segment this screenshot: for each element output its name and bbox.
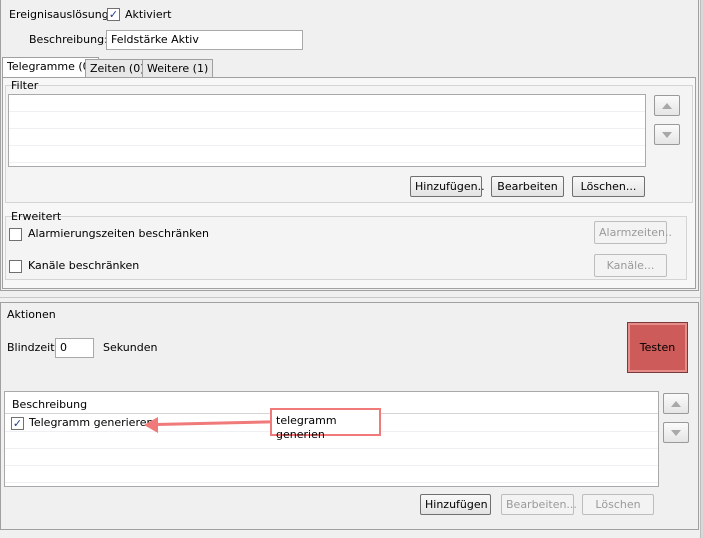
channels-button[interactable]: Kanäle... [594, 254, 667, 277]
blind-time-label: Blindzeit: [7, 341, 59, 354]
arrow-down-icon [662, 131, 672, 138]
action-add-button[interactable]: Hinzufügen [420, 494, 491, 515]
actions-list[interactable]: Beschreibung ✓ Telegramm generieren [4, 391, 659, 487]
description-label: Beschreibung: [29, 33, 108, 46]
trigger-label: Ereignisauslösung: [9, 8, 113, 21]
tab-more[interactable]: Weitere (1) [142, 59, 214, 78]
filter-list[interactable] [8, 94, 646, 167]
activated-label: Aktiviert [125, 8, 172, 21]
action-item-checkbox[interactable]: ✓ [11, 417, 24, 430]
action-edit-button[interactable]: Bearbeiten... [501, 494, 577, 515]
action-move-up-button[interactable] [663, 393, 689, 414]
alarm-times-checkbox[interactable] [9, 228, 22, 241]
tab-times[interactable]: Zeiten (0) [85, 59, 150, 78]
description-input[interactable]: Feldstärke Aktiv [106, 30, 303, 50]
filter-edit-button[interactable]: Bearbeiten [491, 176, 564, 197]
list-item [9, 146, 645, 163]
action-delete-button[interactable]: Löschen [582, 494, 654, 515]
arrow-up-icon [662, 102, 672, 109]
channels-checkbox[interactable] [9, 260, 22, 273]
list-item [5, 449, 658, 466]
filter-group-label: Filter [11, 79, 39, 92]
arrow-up-icon [671, 400, 681, 407]
action-item-label: Telegramm generieren [29, 416, 154, 429]
filter-add-button[interactable]: Hinzufügen.. [410, 176, 485, 197]
alarm-times-label: Alarmierungszeiten beschränken [28, 227, 209, 240]
channels-label: Kanäle beschränken [28, 259, 140, 272]
action-move-down-button[interactable] [663, 422, 689, 443]
arrow-down-icon [671, 429, 681, 436]
filter-move-up-button[interactable] [654, 95, 680, 116]
panel-separator [0, 297, 700, 298]
test-button[interactable]: Testen [627, 322, 688, 373]
annotation-box: telegramm generien [270, 408, 381, 441]
seconds-label: Sekunden [103, 341, 158, 354]
annotation-arrowhead [144, 417, 158, 433]
actions-label: Aktionen [7, 308, 56, 321]
filter-move-down-button[interactable] [654, 124, 680, 145]
list-item [9, 95, 645, 112]
blind-time-input[interactable]: 0 [55, 338, 94, 358]
list-item [5, 466, 658, 483]
advanced-group-label: Erweitert [11, 210, 62, 223]
list-item [9, 129, 645, 146]
alarm-times-button[interactable]: Alarmzeiten.. [594, 221, 672, 244]
filter-delete-button[interactable]: Löschen... [572, 176, 645, 197]
activated-checkbox[interactable]: ✓ [107, 8, 120, 21]
list-item [9, 112, 645, 129]
